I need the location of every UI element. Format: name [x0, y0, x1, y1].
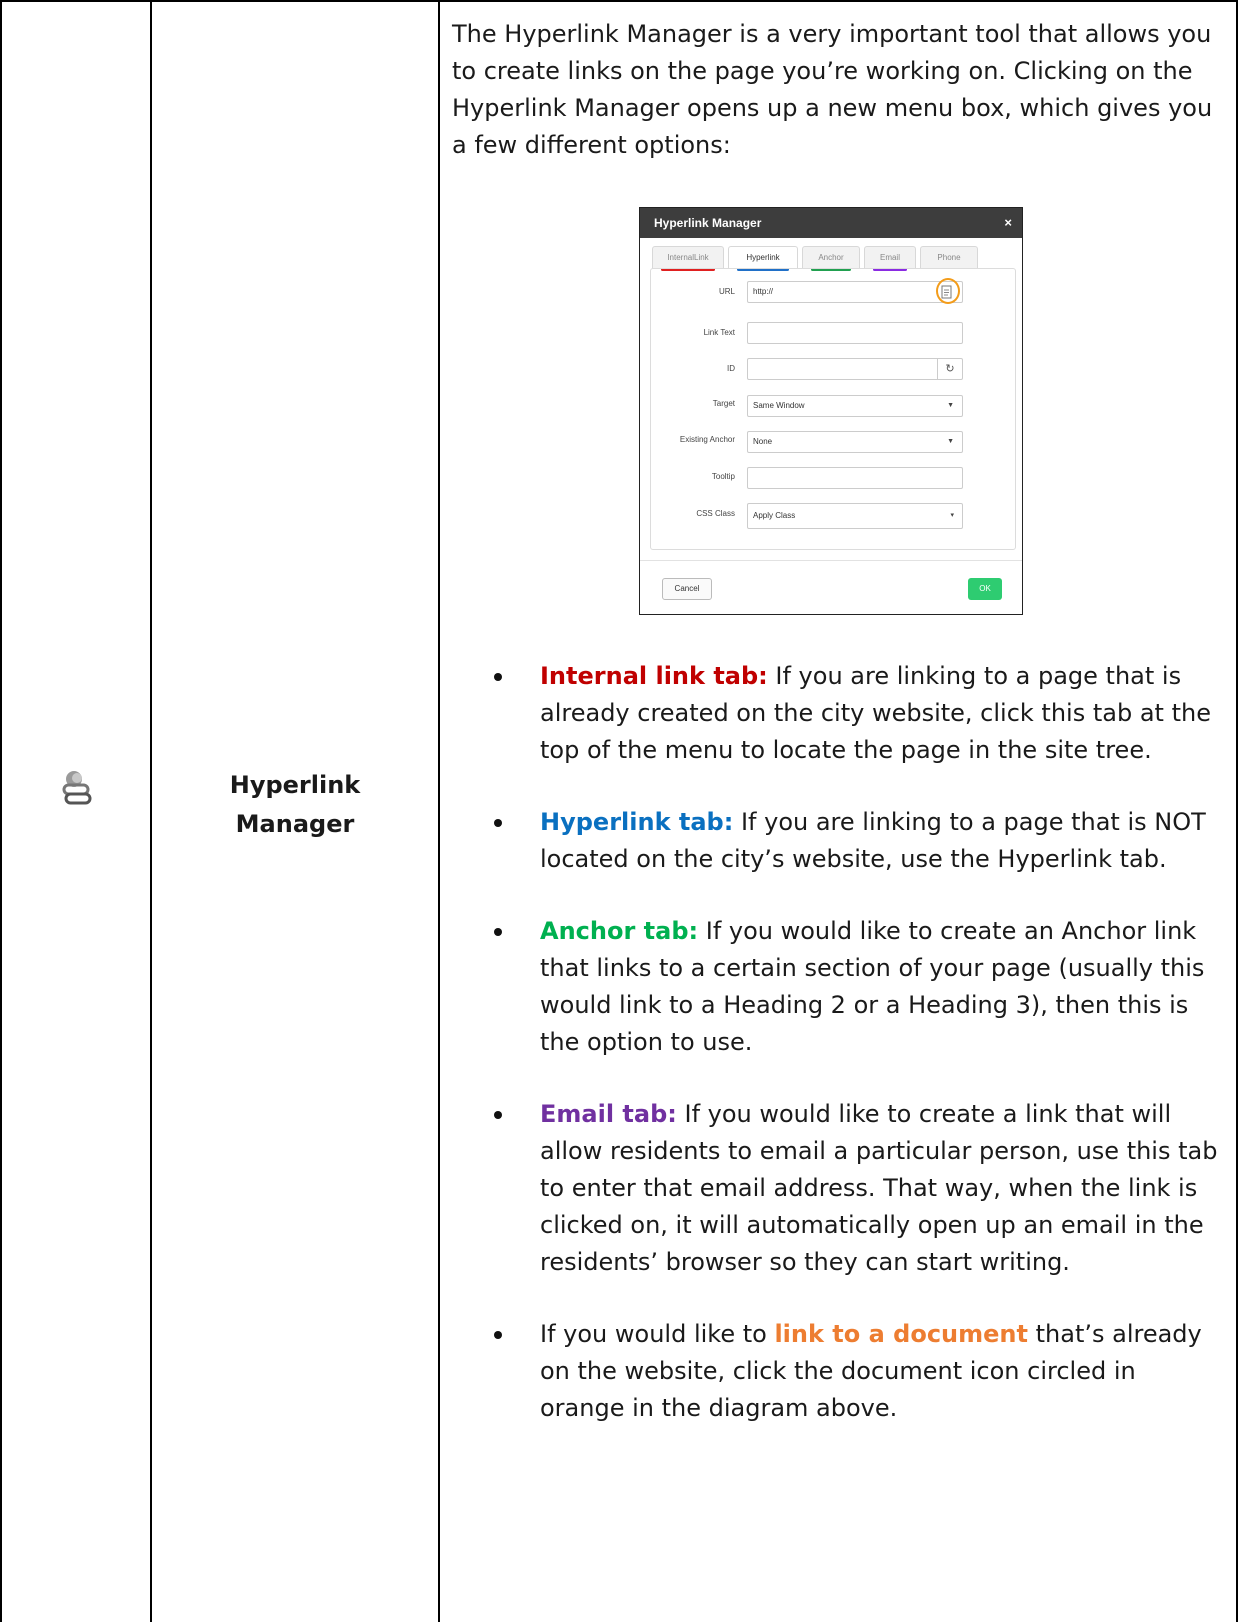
url-input[interactable]: http://	[747, 278, 963, 304]
tab-email[interactable]: Email	[864, 246, 916, 271]
tools-table: Hyperlink Manager The Hyperlink Manager …	[0, 0, 1238, 1622]
tab-label: Hyperlink	[746, 253, 780, 262]
dialog-header: Hyperlink Manager ×	[640, 208, 1022, 238]
css-class-select[interactable]: Apply Class ▾	[747, 503, 963, 529]
css-class-value: Apply Class	[753, 511, 796, 520]
list-item-internal-link: Internal link tab: If you are linking to…	[494, 658, 1220, 769]
target-label: Target	[712, 399, 735, 408]
bullet-dot	[494, 928, 502, 936]
refresh-icon[interactable]: ↻	[937, 359, 962, 379]
bullet-lead: Internal link tab:	[540, 662, 768, 690]
bullet-lead: Hyperlink tab:	[540, 808, 734, 836]
bullet-dot	[494, 1331, 502, 1339]
tool-name-line2: Manager	[235, 810, 355, 838]
dialog-title: Hyperlink Manager	[654, 216, 762, 230]
id-label: ID	[727, 364, 735, 373]
bullet-lead: link to a document	[774, 1320, 1028, 1348]
tab-label: InternalLink	[667, 253, 709, 262]
hyperlink-manager-dialog: Hyperlink Manager × InternalLink Hyperli…	[639, 207, 1023, 615]
existing-anchor-select[interactable]: None ▼	[747, 431, 963, 453]
existing-anchor-label: Existing Anchor	[679, 435, 735, 444]
list-item-anchor: Anchor tab: If you would like to create …	[494, 913, 1220, 1061]
css-class-label: CSS Class	[696, 509, 735, 518]
close-icon[interactable]: ×	[1004, 208, 1012, 238]
bullet-text: If you would like to	[540, 1320, 775, 1348]
tab-hyperlink[interactable]: Hyperlink	[728, 246, 798, 271]
cancel-button[interactable]: Cancel	[662, 578, 712, 600]
tab-label: Email	[879, 253, 900, 262]
tool-name-cell: Hyperlink Manager	[152, 2, 438, 1622]
link-icon	[62, 771, 92, 805]
bullet-lead: Email tab:	[540, 1100, 677, 1128]
link-text-label: Link Text	[703, 328, 735, 337]
tab-internallink[interactable]: InternalLink	[652, 246, 724, 271]
icon-cell	[2, 2, 150, 1622]
tool-name: Hyperlink Manager	[152, 766, 438, 844]
bullet-dot	[494, 1111, 502, 1119]
tab-anchor[interactable]: Anchor	[802, 246, 860, 271]
dialog-footer-divider	[640, 560, 1022, 561]
bullet-lead: Anchor tab:	[540, 917, 699, 945]
tab-label: Anchor	[818, 253, 844, 262]
url-label: URL	[718, 287, 735, 296]
bullet-dot	[494, 819, 502, 827]
chevron-down-icon: ▼	[947, 402, 954, 409]
chevron-down-icon: ▼	[947, 438, 954, 445]
list-item-document: If you would like to link to a document …	[494, 1316, 1220, 1427]
tab-label: Phone	[937, 253, 961, 262]
link-text-input[interactable]	[747, 322, 963, 344]
ok-button[interactable]: OK	[968, 578, 1002, 600]
description-cell: The Hyperlink Manager is a very importan…	[440, 2, 1236, 1622]
target-value: Same Window	[753, 401, 805, 410]
anchor-value: None	[753, 437, 773, 446]
tooltip-label: Tooltip	[711, 472, 735, 481]
chevron-down-icon: ▾	[950, 512, 954, 519]
dialog-form: URL http:// Link Text ID ↻ Target Same W…	[650, 268, 1016, 550]
tool-name-line1: Hyperlink	[229, 771, 361, 799]
id-input[interactable]: ↻	[747, 358, 963, 380]
url-value: http://	[753, 287, 774, 296]
target-select[interactable]: Same Window ▼	[747, 395, 963, 417]
list-item-hyperlink: Hyperlink tab: If you are linking to a p…	[494, 804, 1220, 878]
tab-phone[interactable]: Phone	[920, 246, 978, 269]
intro-paragraph: The Hyperlink Manager is a very importan…	[452, 20, 1213, 159]
orange-highlight-circle	[936, 278, 960, 304]
tooltip-input[interactable]	[747, 467, 963, 489]
table-right-border	[1236, 2, 1238, 1622]
list-item-email: Email tab: If you would like to create a…	[494, 1096, 1220, 1281]
bullet-dot	[494, 673, 502, 681]
options-list: Internal link tab: If you are linking to…	[494, 658, 1220, 1462]
